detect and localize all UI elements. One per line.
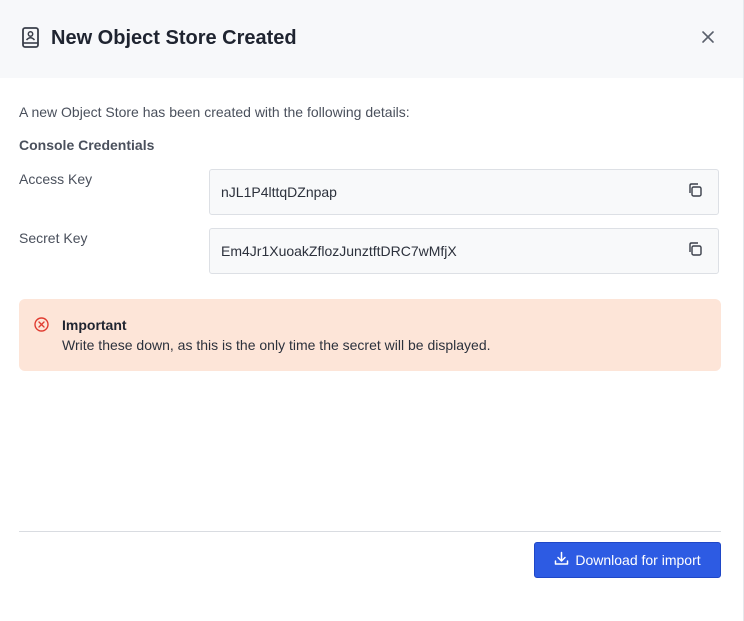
alert-title: Important bbox=[62, 317, 127, 333]
section-title: Console Credentials bbox=[19, 137, 155, 153]
copy-icon bbox=[687, 241, 703, 262]
close-icon bbox=[701, 30, 715, 49]
footer-divider bbox=[19, 531, 721, 532]
secret-key-field: Em4Jr1XuoakZflozJunztftDRC7wMfjX bbox=[209, 228, 719, 274]
access-key-field: nJL1P4lttqDZnpap bbox=[209, 169, 719, 215]
copy-access-key-button[interactable] bbox=[686, 182, 704, 203]
secret-key-value: Em4Jr1XuoakZflozJunztftDRC7wMfjX bbox=[221, 243, 457, 259]
copy-icon bbox=[687, 182, 703, 203]
secret-key-label: Secret Key bbox=[19, 230, 88, 246]
download-button-label: Download for import bbox=[575, 552, 701, 568]
contact-book-icon bbox=[20, 26, 42, 50]
intro-text: A new Object Store has been created with… bbox=[19, 104, 410, 120]
access-key-value: nJL1P4lttqDZnpap bbox=[221, 184, 337, 200]
important-alert: Important Write these down, as this is t… bbox=[19, 299, 721, 371]
access-key-label: Access Key bbox=[19, 171, 93, 187]
dialog-title: New Object Store Created bbox=[51, 27, 297, 49]
close-button[interactable] bbox=[696, 27, 720, 51]
object-store-dialog: New Object Store Created A new Object St… bbox=[0, 0, 744, 621]
download-button[interactable]: Download for import bbox=[534, 542, 721, 578]
error-circle-icon bbox=[34, 317, 49, 332]
download-icon bbox=[554, 551, 569, 569]
copy-secret-key-button[interactable] bbox=[686, 241, 704, 262]
dialog-header: New Object Store Created bbox=[0, 0, 743, 78]
alert-message: Write these down, as this is the only ti… bbox=[62, 337, 491, 353]
